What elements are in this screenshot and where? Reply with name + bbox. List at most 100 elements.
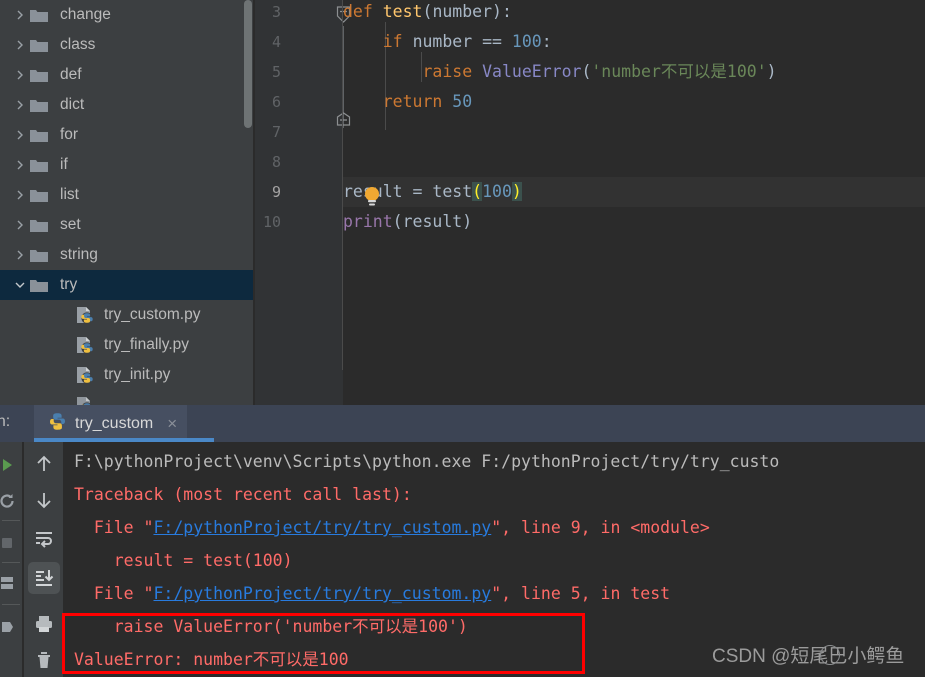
line-number: 3: [271, 3, 281, 21]
run-panel-title: un:: [0, 413, 11, 430]
close-icon[interactable]: ×: [167, 415, 177, 432]
tree-item-if[interactable]: if: [0, 150, 255, 180]
file-suffix: ", line 5, in test: [491, 584, 671, 603]
tree-item-label: string: [60, 246, 98, 263]
tree-item-for[interactable]: for: [0, 120, 255, 150]
console-line-code-2: raise ValueError('number不可以是100'): [74, 617, 468, 636]
tree-item-partial[interactable]: [0, 390, 255, 405]
tree-item-try-finally-py[interactable]: try_finally.py: [0, 330, 255, 360]
scroll-up-icon[interactable]: [28, 448, 60, 480]
code-line-3: def test(number):: [343, 2, 512, 21]
console-line-command: F:\pythonProject\venv\Scripts\python.exe…: [74, 452, 780, 471]
folder-icon: [30, 98, 56, 112]
code-line-10: print(result): [343, 212, 473, 231]
tree-item-try[interactable]: try: [0, 270, 255, 300]
tree-item-label: dict: [60, 96, 85, 113]
chevron-right-icon[interactable]: [10, 219, 30, 231]
tree-item-label: for: [60, 126, 79, 143]
tree-item-change[interactable]: change: [0, 0, 255, 30]
console-line-traceback: Traceback (most recent call last):: [74, 485, 412, 504]
python-file-icon: [76, 396, 100, 405]
line-number: 6: [271, 93, 281, 111]
scroll-down-icon[interactable]: [28, 484, 60, 516]
folder-icon: [30, 218, 56, 232]
chevron-right-icon[interactable]: [10, 39, 30, 51]
python-file-icon: [76, 306, 100, 324]
chevron-right-icon[interactable]: [10, 69, 30, 81]
code-editor[interactable]: 3 4 5 6 7 8 9 10 def test(number): if nu…: [255, 0, 925, 405]
scroll-to-end-icon[interactable]: [28, 562, 60, 594]
tree-item-list[interactable]: list: [0, 180, 255, 210]
tree-item-set[interactable]: set: [0, 210, 255, 240]
console-line-code-1: result = test(100): [74, 551, 293, 570]
tree-item-label: try_custom.py: [104, 306, 201, 323]
chevron-right-icon[interactable]: [10, 189, 30, 201]
project-tree-scrollbar[interactable]: [244, 0, 252, 128]
tree-item-dict[interactable]: dict: [0, 90, 255, 120]
tree-item-label: list: [60, 186, 79, 203]
line-number-current: 9: [271, 183, 281, 201]
folder-icon: [30, 8, 56, 22]
tree-item-class[interactable]: class: [0, 30, 255, 60]
tree-item-label: try_finally.py: [104, 336, 189, 353]
trash-icon[interactable]: [28, 644, 60, 676]
folder-icon: [30, 128, 56, 142]
print-icon[interactable]: [28, 608, 60, 640]
folder-icon: [30, 68, 56, 82]
run-actions-strip[interactable]: [0, 442, 22, 677]
chevron-right-icon[interactable]: [10, 99, 30, 111]
chevron-right-icon[interactable]: [10, 129, 30, 141]
code-line-5: raise ValueError('number不可以是100'): [422, 62, 777, 81]
tree-item-try-init-py[interactable]: try_init.py: [0, 360, 255, 390]
code-line-6: return 50: [382, 92, 473, 111]
folder-icon: [30, 38, 56, 52]
file-link[interactable]: F:/pythonProject/try/try_custom.py: [153, 518, 491, 537]
console-line-error: ValueError: number不可以是100: [74, 650, 349, 669]
tree-item-label: try: [60, 276, 78, 293]
watermark-text: CSDN @短尾巴小鳄鱼: [712, 646, 905, 667]
code-content[interactable]: def test(number): if number == 100: rais…: [343, 0, 925, 405]
rerun-icon[interactable]: [0, 488, 18, 514]
soft-wrap-icon[interactable]: [28, 522, 60, 554]
project-tree-panel[interactable]: change class def dict for if list set st…: [0, 0, 255, 405]
file-prefix: File ": [74, 584, 154, 603]
line-number: 7: [271, 123, 281, 141]
tree-item-label: def: [60, 66, 82, 83]
chevron-right-icon[interactable]: [10, 9, 30, 21]
chevron-right-icon[interactable]: [10, 249, 30, 261]
chevron-down-icon[interactable]: [10, 279, 30, 291]
run-tab-bar: un: try_custom ×: [0, 405, 925, 442]
tree-item-try-custom-py[interactable]: try_custom.py: [0, 300, 255, 330]
expand-icon[interactable]: [0, 614, 18, 640]
python-file-icon: [76, 336, 100, 354]
console-line-file-1: File "F:/pythonProject/try/try_custom.py…: [74, 516, 710, 540]
code-line-9: result = test(100): [343, 182, 522, 201]
intention-lightbulb-icon[interactable]: [363, 186, 381, 212]
run-icon[interactable]: [0, 452, 18, 478]
tree-item-label: change: [60, 6, 111, 23]
run-tab-try-custom[interactable]: try_custom ×: [34, 405, 188, 442]
file-link[interactable]: F:/pythonProject/try/try_custom.py: [153, 584, 491, 603]
divider: [2, 562, 20, 563]
file-prefix: File ": [74, 518, 154, 537]
console-toolbar[interactable]: [24, 442, 63, 677]
folder-icon: [30, 188, 56, 202]
chevron-right-icon[interactable]: [10, 159, 30, 171]
line-number: 10: [262, 213, 281, 231]
watermark-circle-icon: [820, 645, 840, 665]
python-file-icon: [76, 366, 100, 384]
pycharm-window: change class def dict for if list set st…: [0, 0, 925, 677]
folder-icon: [30, 158, 56, 172]
tree-item-label: class: [60, 36, 96, 53]
python-icon: [48, 412, 67, 436]
file-suffix: ", line 9, in <module>: [491, 518, 710, 537]
stop-icon[interactable]: [0, 530, 18, 556]
tree-item-string[interactable]: string: [0, 240, 255, 270]
layout-icon[interactable]: [0, 570, 18, 596]
line-number: 4: [271, 33, 281, 51]
tree-item-def[interactable]: def: [0, 60, 255, 90]
folder-icon: [30, 248, 56, 262]
editor-gutter[interactable]: 3 4 5 6 7 8 9 10: [255, 0, 343, 405]
